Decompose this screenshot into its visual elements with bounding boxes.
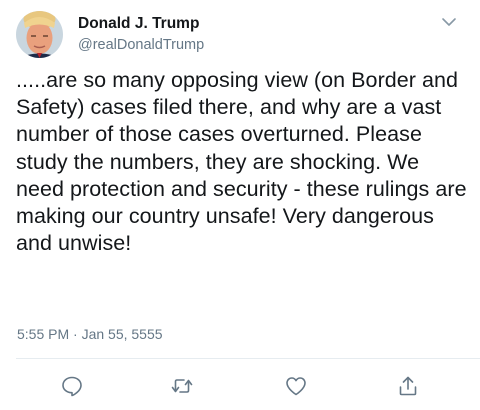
tweet-text: .....are so many opposing view (on Borde…	[16, 68, 467, 256]
like-button[interactable]	[284, 374, 308, 398]
user-handle[interactable]: @realDonaldTrump	[78, 37, 204, 53]
display-name[interactable]: Donald J. Trump	[78, 15, 199, 33]
retweet-button[interactable]	[170, 374, 194, 398]
divider	[16, 358, 480, 359]
heart-icon	[286, 377, 306, 396]
speech-bubble-icon	[62, 376, 82, 397]
avatar[interactable]	[16, 11, 63, 58]
tweet-timestamp[interactable]: 5:55 PM · Jan 55, 5555	[17, 326, 163, 342]
retweet-arrows-icon	[171, 379, 193, 393]
chevron-down-icon[interactable]	[439, 13, 459, 31]
profile-photo-icon	[16, 11, 63, 58]
share-button[interactable]	[396, 374, 420, 398]
share-upload-icon	[399, 376, 417, 396]
reply-button[interactable]	[60, 374, 84, 398]
